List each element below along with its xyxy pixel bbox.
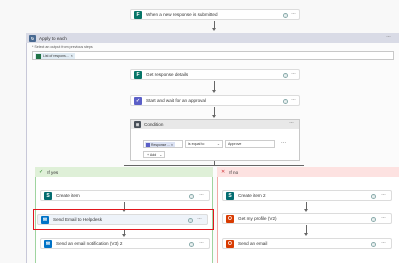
- apply-to-each-title: Apply to each: [39, 35, 67, 41]
- add-condition-label: + Add: [147, 153, 157, 157]
- sharepoint-icon: S: [226, 191, 234, 200]
- connector-arrow: [122, 234, 126, 237]
- mail-icon: ✉: [41, 215, 49, 224]
- create-item-2-card[interactable]: S Create item 2 ? ···: [222, 190, 392, 201]
- send-email-notification-label: Send an email notification (V3) 2: [56, 241, 123, 246]
- help-icon[interactable]: ?: [283, 13, 288, 18]
- remove-token-icon[interactable]: ×: [71, 54, 73, 58]
- condition-title: Condition: [144, 122, 164, 127]
- trigger-label: When a new response is submitted: [146, 12, 218, 17]
- branch-connector: [124, 165, 304, 166]
- create-item-2-label: Create item 2: [238, 193, 266, 198]
- more-options-icon[interactable]: ···: [199, 192, 204, 198]
- send-email-notification-card[interactable]: ✉ Send an email notification (V3) 2 ? ··…: [40, 238, 210, 249]
- get-response-details-label: Get response details: [146, 72, 189, 77]
- help-icon[interactable]: ?: [283, 73, 288, 78]
- operator-select[interactable]: is equal to ⌄: [185, 140, 223, 148]
- sharepoint-icon: S: [44, 191, 52, 200]
- if-no-title: If no: [229, 169, 239, 175]
- help-icon[interactable]: ?: [189, 242, 194, 247]
- help-icon[interactable]: ?: [371, 242, 376, 247]
- send-email-helpdesk-card[interactable]: ✉ Send Email to Helpdesk ? ···: [37, 214, 208, 225]
- more-options-icon[interactable]: ···: [381, 192, 386, 198]
- condition-header[interactable]: ⊞ Condition ···: [131, 120, 299, 129]
- if-yes-header[interactable]: ✓ If yes: [35, 167, 213, 177]
- approval-card[interactable]: ✓ Start and wait for an approval ? ···: [130, 95, 300, 106]
- field-token-label: Response ...: [151, 142, 171, 147]
- help-icon[interactable]: ?: [371, 217, 376, 222]
- help-icon[interactable]: ?: [283, 99, 288, 104]
- connector-arrow: [212, 28, 216, 31]
- condition-field[interactable]: Response ... ×: [143, 140, 183, 148]
- send-an-email-label: Send an email: [238, 241, 268, 246]
- approval-icon: [146, 142, 150, 147]
- send-email-helpdesk-label: Send Email to Helpdesk: [53, 217, 103, 222]
- remove-token-icon[interactable]: ×: [171, 143, 173, 147]
- more-options-icon[interactable]: ···: [381, 215, 386, 221]
- add-condition-button[interactable]: + Add ⌄: [143, 151, 165, 158]
- approval-label: Start and wait for an approval: [146, 98, 207, 103]
- office-icon: O: [226, 239, 234, 248]
- output-token-label: List of respons...: [43, 54, 69, 58]
- condition-menu-icon[interactable]: ···: [281, 140, 286, 146]
- condition-icon: ⊞: [134, 121, 141, 128]
- condition-card[interactable]: ⊞ Condition ··· Response ... × is equal …: [130, 119, 300, 161]
- select-output-field[interactable]: List of respons... ×: [32, 51, 394, 60]
- chevron-down-icon: ⌄: [216, 142, 220, 146]
- get-my-profile-card[interactable]: O Get my profile (V2) ? ···: [222, 213, 392, 224]
- create-item-card[interactable]: S Create item ? ···: [40, 190, 210, 201]
- forms-icon: F: [134, 10, 142, 19]
- excel-icon: [36, 53, 41, 59]
- value-input[interactable]: Approve: [225, 140, 275, 148]
- mail-icon: ✉: [44, 239, 52, 248]
- approval-icon: ✓: [134, 96, 142, 105]
- more-options-icon[interactable]: ···: [289, 120, 294, 126]
- connector-arrow: [304, 209, 308, 212]
- create-item-label: Create item: [56, 193, 80, 198]
- loop-icon: ↻: [29, 34, 36, 42]
- office-icon: O: [226, 214, 234, 223]
- operator-value: is equal to: [188, 142, 205, 146]
- more-options-icon[interactable]: ···: [199, 240, 204, 246]
- close-icon: ✕: [221, 169, 226, 175]
- more-options-icon[interactable]: ···: [197, 216, 202, 222]
- field-token[interactable]: Response ... ×: [145, 142, 175, 147]
- output-token[interactable]: List of respons... ×: [35, 53, 75, 59]
- forms-icon: F: [134, 70, 142, 79]
- connector-arrow: [304, 233, 308, 236]
- trigger-card[interactable]: F When a new response is submitted ? ···: [130, 9, 300, 20]
- help-icon[interactable]: ?: [189, 194, 194, 199]
- help-icon[interactable]: ?: [371, 194, 376, 199]
- more-options-icon[interactable]: ···: [386, 34, 391, 40]
- get-my-profile-label: Get my profile (V2): [238, 216, 277, 221]
- chevron-down-icon: ⌄: [159, 153, 163, 157]
- get-response-details-card[interactable]: F Get response details ? ···: [130, 69, 300, 80]
- more-options-icon[interactable]: ···: [381, 240, 386, 246]
- more-options-icon[interactable]: ···: [291, 11, 296, 17]
- help-icon[interactable]: ?: [188, 218, 193, 223]
- value-text: Approve: [228, 142, 242, 146]
- more-options-icon[interactable]: ···: [291, 97, 296, 103]
- send-an-email-card[interactable]: O Send an email ? ···: [222, 238, 392, 249]
- if-yes-title: If yes: [47, 169, 59, 175]
- apply-to-each-header[interactable]: ↻ Apply to each ···: [26, 33, 399, 43]
- check-icon: ✓: [39, 169, 44, 175]
- select-output-hint: * Select an output from previous steps: [32, 45, 93, 49]
- more-options-icon[interactable]: ···: [291, 71, 296, 77]
- if-no-header[interactable]: ✕ If no: [217, 167, 399, 177]
- connector-arrow: [212, 90, 216, 93]
- connector-arrow: [212, 115, 216, 118]
